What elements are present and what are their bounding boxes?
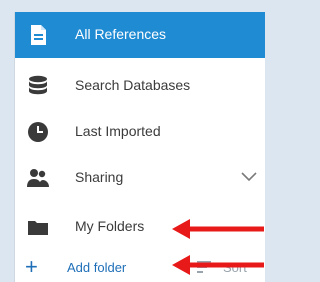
nav-item-sharing[interactable]: Sharing: [15, 155, 265, 201]
people-icon: [27, 169, 49, 187]
nav-item-search-databases[interactable]: Search Databases: [15, 63, 265, 109]
database-icon: [29, 75, 47, 95]
nav-item-all-references[interactable]: All References: [15, 12, 265, 58]
chevron-down-icon[interactable]: [241, 172, 257, 182]
add-folder-link[interactable]: Add folder: [67, 260, 126, 275]
plus-icon[interactable]: +: [25, 256, 38, 278]
nav-item-label: My Folders: [75, 218, 145, 234]
document-icon: [31, 25, 46, 45]
nav-item-label: Last Imported: [75, 123, 161, 139]
nav-item-last-imported[interactable]: Last Imported: [15, 109, 265, 155]
nav-item-label: Sharing: [75, 169, 124, 185]
clock-icon: [28, 122, 48, 142]
annotation-arrow-icon: [172, 219, 264, 239]
folder-icon: [28, 221, 48, 235]
annotation-arrow-icon: [172, 255, 264, 275]
nav-item-label: All References: [75, 26, 167, 42]
nav-item-label: Search Databases: [75, 77, 191, 93]
